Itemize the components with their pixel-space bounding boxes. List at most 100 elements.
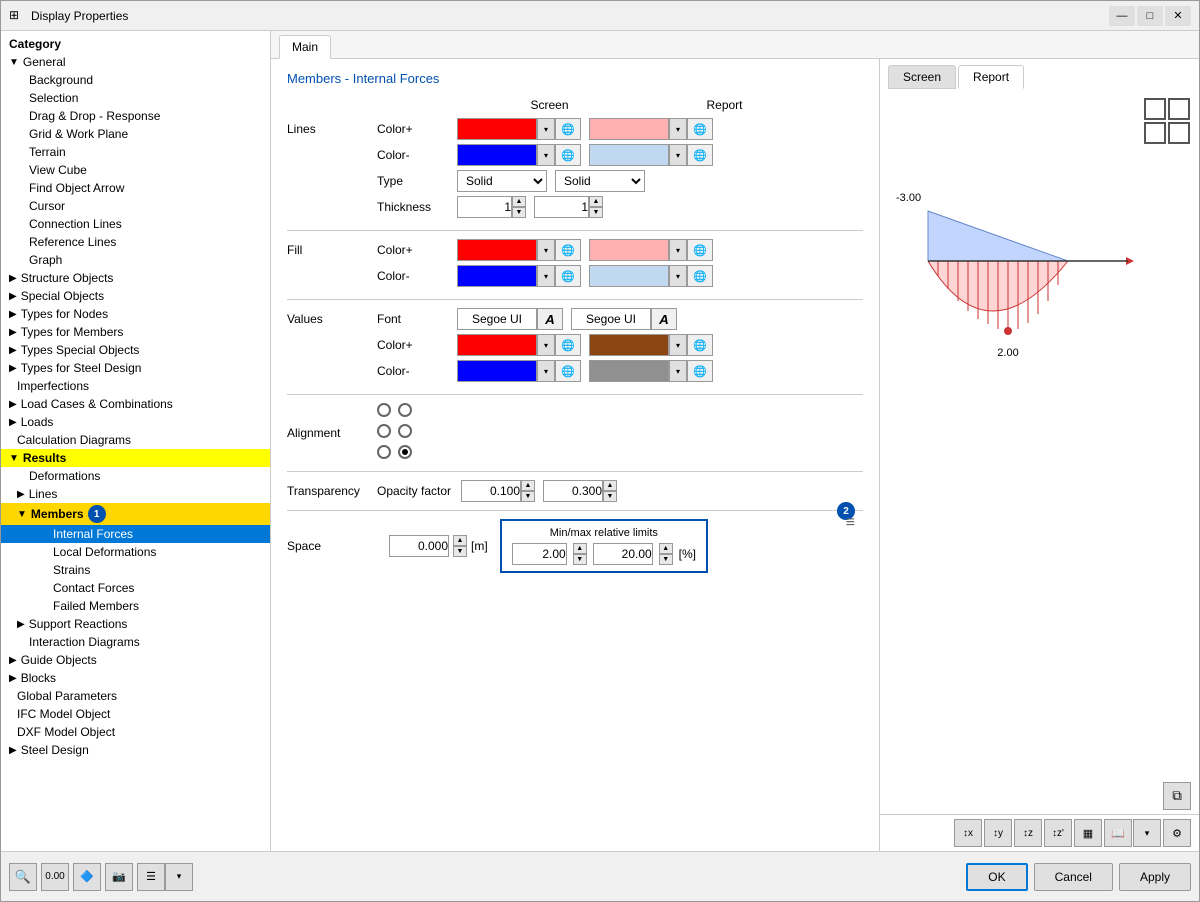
screen-values-color-plus-globe[interactable]: 🌐: [555, 334, 581, 356]
screen-values-color-minus-globe[interactable]: 🌐: [555, 360, 581, 382]
report-opacity-up[interactable]: ▲: [603, 480, 617, 491]
report-values-color-minus-swatch[interactable]: [589, 360, 669, 382]
report-fill-color-plus-swatch[interactable]: [589, 239, 669, 261]
sidebar-item-contact-forces[interactable]: Contact Forces: [1, 579, 270, 597]
report-lines-color-plus-globe[interactable]: 🌐: [687, 118, 713, 140]
screen-lines-color-minus-swatch[interactable]: [457, 144, 537, 166]
sidebar-item-deformations[interactable]: Deformations: [1, 467, 270, 485]
sidebar-item-types-special[interactable]: ▶ Types Special Objects: [1, 341, 270, 359]
screen-lines-color-minus-arrow[interactable]: ▾: [537, 144, 555, 166]
report-values-color-plus-arrow[interactable]: ▾: [669, 334, 687, 356]
tab-main[interactable]: Main: [279, 35, 331, 59]
report-thickness-up[interactable]: ▲: [589, 196, 603, 207]
max-input[interactable]: [593, 543, 653, 565]
screen-thickness-down[interactable]: ▼: [512, 207, 526, 218]
decimal-tool-button[interactable]: 0.00: [41, 863, 69, 891]
screen-lines-color-minus-globe[interactable]: 🌐: [555, 144, 581, 166]
screen-thickness-up[interactable]: ▲: [512, 196, 526, 207]
copy-button[interactable]: ⧉: [1163, 782, 1191, 810]
sidebar-item-guide-objects[interactable]: ▶ Guide Objects: [1, 651, 270, 669]
sidebar-item-internal-forces[interactable]: Internal Forces: [1, 525, 270, 543]
sidebar-item-terrain[interactable]: Terrain: [1, 143, 270, 161]
space-down[interactable]: ▼: [453, 546, 467, 557]
sidebar-item-structure-objects[interactable]: ▶ Structure Objects: [1, 269, 270, 287]
report-lines-color-minus-swatch[interactable]: [589, 144, 669, 166]
close-button[interactable]: ✕: [1165, 6, 1191, 26]
max-down[interactable]: ▼: [659, 554, 673, 565]
axis-x-button[interactable]: ↕x: [954, 819, 982, 847]
list-tool-button[interactable]: ☰: [137, 863, 165, 891]
screen-font-icon-btn[interactable]: A: [537, 308, 563, 330]
sidebar-item-find-object[interactable]: Find Object Arrow: [1, 179, 270, 197]
screen-values-color-plus-swatch[interactable]: [457, 334, 537, 356]
align-radio-4[interactable]: [398, 424, 412, 438]
preview-tab-report[interactable]: Report: [958, 65, 1024, 89]
sidebar-item-cursor[interactable]: Cursor: [1, 197, 270, 215]
list-arrow-button[interactable]: ▾: [165, 863, 193, 891]
screen-type-select[interactable]: Solid: [457, 170, 547, 192]
report-thickness-input[interactable]: [534, 196, 589, 218]
sidebar-item-load-cases[interactable]: ▶ Load Cases & Combinations: [1, 395, 270, 413]
screen-opacity-up[interactable]: ▲: [521, 480, 535, 491]
report-values-color-minus-arrow[interactable]: ▾: [669, 360, 687, 382]
align-radio-2[interactable]: [398, 403, 412, 417]
report-lines-color-minus-globe[interactable]: 🌐: [687, 144, 713, 166]
search-tool-button[interactable]: 🔍: [9, 863, 37, 891]
sidebar-item-reference-lines[interactable]: Reference Lines: [1, 233, 270, 251]
sidebar-item-imperfections[interactable]: Imperfections: [1, 377, 270, 395]
report-fill-color-plus-arrow[interactable]: ▾: [669, 239, 687, 261]
report-fill-color-minus-globe[interactable]: 🌐: [687, 265, 713, 287]
align-radio-6[interactable]: [398, 445, 412, 459]
rot-button[interactable]: ↕z': [1044, 819, 1072, 847]
sidebar-item-dxf-model[interactable]: DXF Model Object: [1, 723, 270, 741]
report-type-select[interactable]: Solid: [555, 170, 645, 192]
report-font-btn[interactable]: Segoe UI: [571, 308, 651, 330]
align-radio-3[interactable]: [377, 424, 391, 438]
screen-font-btn[interactable]: Segoe UI: [457, 308, 537, 330]
min-input[interactable]: [512, 543, 567, 565]
sidebar-item-local-deformations[interactable]: Local Deformations: [1, 543, 270, 561]
screen-fill-color-plus-arrow[interactable]: ▾: [537, 239, 555, 261]
sidebar-item-types-members[interactable]: ▶ Types for Members: [1, 323, 270, 341]
sidebar-item-lines[interactable]: ▶ Lines: [1, 485, 270, 503]
report-values-color-plus-swatch[interactable]: [589, 334, 669, 356]
sidebar-item-types-steel[interactable]: ▶ Types for Steel Design: [1, 359, 270, 377]
report-lines-color-plus-arrow[interactable]: ▾: [669, 118, 687, 140]
sidebar-item-ifc-model[interactable]: IFC Model Object: [1, 705, 270, 723]
screen-fill-color-plus-swatch[interactable]: [457, 239, 537, 261]
report-fill-color-minus-arrow[interactable]: ▾: [669, 265, 687, 287]
sidebar-item-global-params[interactable]: Global Parameters: [1, 687, 270, 705]
screen-lines-color-plus-swatch[interactable]: [457, 118, 537, 140]
report-fill-color-plus-globe[interactable]: 🌐: [687, 239, 713, 261]
sidebar-item-connection-lines[interactable]: Connection Lines: [1, 215, 270, 233]
sidebar-item-results[interactable]: ▼ Results: [1, 449, 270, 467]
maximize-button[interactable]: □: [1137, 6, 1163, 26]
screen-fill-color-minus-swatch[interactable]: [457, 265, 537, 287]
report-thickness-down[interactable]: ▼: [589, 207, 603, 218]
book-button[interactable]: 📖: [1104, 819, 1132, 847]
align-radio-1[interactable]: [377, 403, 391, 417]
screen-lines-color-plus-arrow[interactable]: ▾: [537, 118, 555, 140]
report-lines-color-plus-swatch[interactable]: [589, 118, 669, 140]
space-input[interactable]: [389, 535, 449, 557]
sidebar-item-steel-design[interactable]: ▶ Steel Design: [1, 741, 270, 759]
apply-button[interactable]: Apply: [1119, 863, 1191, 891]
screen-fill-color-minus-arrow[interactable]: ▾: [537, 265, 555, 287]
report-lines-color-minus-arrow[interactable]: ▾: [669, 144, 687, 166]
settings-gear-button[interactable]: ⚙: [1163, 819, 1191, 847]
min-up[interactable]: ▲: [573, 543, 587, 554]
report-font-icon-btn[interactable]: A: [651, 308, 677, 330]
report-values-color-minus-globe[interactable]: 🌐: [687, 360, 713, 382]
screen-thickness-input[interactable]: [457, 196, 512, 218]
sidebar-item-view-cube[interactable]: View Cube: [1, 161, 270, 179]
screen-values-color-plus-arrow[interactable]: ▾: [537, 334, 555, 356]
sidebar-item-drag-drop[interactable]: Drag & Drop - Response: [1, 107, 270, 125]
report-values-color-plus-globe[interactable]: 🌐: [687, 334, 713, 356]
screen-lines-color-plus-globe[interactable]: 🌐: [555, 118, 581, 140]
camera-tool-button[interactable]: 📷: [105, 863, 133, 891]
minimize-button[interactable]: —: [1109, 6, 1135, 26]
space-up[interactable]: ▲: [453, 535, 467, 546]
sidebar-item-blocks[interactable]: ▶ Blocks: [1, 669, 270, 687]
render-tool-button[interactable]: 🔷: [73, 863, 101, 891]
book-arrow[interactable]: ▾: [1133, 819, 1161, 847]
